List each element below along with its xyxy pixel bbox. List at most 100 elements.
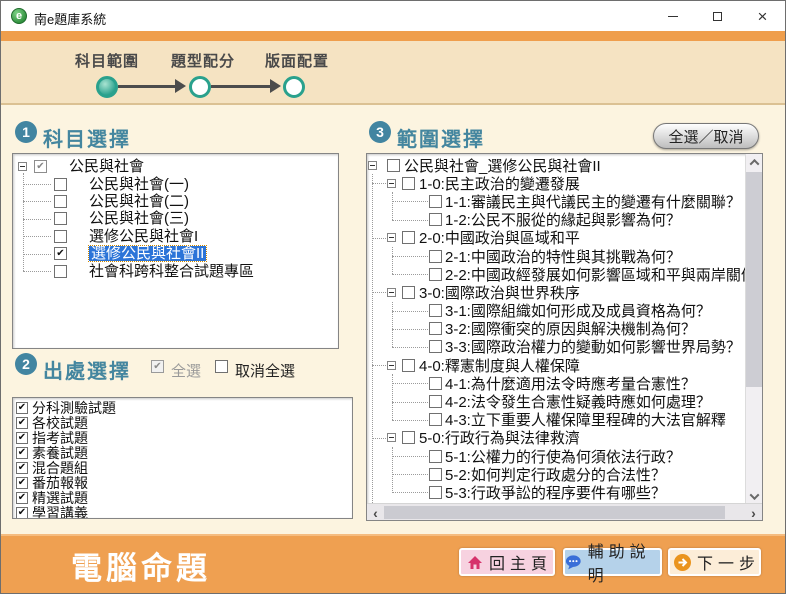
home-button[interactable]: 回主頁 bbox=[459, 548, 555, 576]
step-connector-2 bbox=[211, 85, 270, 88]
minimize-button[interactable] bbox=[650, 1, 695, 31]
checkbox-checked[interactable] bbox=[16, 402, 28, 414]
home-icon bbox=[467, 555, 483, 570]
subject-tree-panel: 公民與社會 公民與社會(一) 公民與社會(二) 公民與社會(三) 選修公民與社會… bbox=[12, 153, 339, 349]
scope-topic-item[interactable]: 3-2:國際衝突的原因與解決機制為何？ bbox=[367, 320, 746, 338]
checkbox-checked[interactable] bbox=[16, 507, 28, 519]
scroll-right-button[interactable]: › bbox=[745, 504, 762, 521]
checkbox[interactable] bbox=[402, 177, 415, 190]
checkbox[interactable] bbox=[54, 212, 67, 225]
checkbox[interactable] bbox=[402, 231, 415, 244]
help-button[interactable]: 輔助說明 bbox=[563, 548, 662, 576]
subject-tree-item[interactable]: 選修公民與社會I bbox=[13, 228, 338, 245]
deselect-all-checkbox[interactable] bbox=[215, 360, 228, 373]
collapse-icon[interactable] bbox=[368, 161, 377, 170]
subject-tree-item[interactable]: 公民與社會(一) bbox=[13, 175, 338, 192]
scope-root-item[interactable]: 公民與社會_選修公民與社會II bbox=[367, 156, 746, 174]
scope-topic-item[interactable]: 4-3:立下重要人權保障里程碑的大法官解釋 bbox=[367, 411, 746, 429]
source-list-panel: 分科測驗試題 各校試題 指考試題 素養試題 混合題組 番茄報報 精選試題 學習講… bbox=[12, 397, 353, 519]
checkbox-checked[interactable] bbox=[16, 477, 28, 489]
scope-chapter-item[interactable]: 3-0:國際政治與世界秩序 bbox=[367, 283, 746, 301]
scroll-up-button[interactable] bbox=[746, 154, 762, 171]
scope-topic-item[interactable]: 5-3:行政爭訟的程序要件有哪些？ bbox=[367, 483, 746, 501]
checkbox[interactable] bbox=[429, 213, 442, 226]
scope-topic-item[interactable]: 1-1:審議民主與代議民主的變遷有什麼關聯？ bbox=[367, 192, 746, 210]
horizontal-scrollbar[interactable]: ‹ › bbox=[367, 503, 762, 520]
checkbox[interactable] bbox=[429, 340, 442, 353]
scope-chapter-item[interactable]: 2-0:中國政治與區域和平 bbox=[367, 229, 746, 247]
collapse-icon[interactable] bbox=[387, 361, 396, 370]
scope-topic-item[interactable]: 4-1:為什麼適用法令時應考量合憲性？ bbox=[367, 374, 746, 392]
horizontal-scrollbar-thumb[interactable] bbox=[384, 506, 725, 519]
checkbox[interactable] bbox=[429, 377, 442, 390]
scope-chapter-item[interactable]: 1-0:民主政治的變遷發展 bbox=[367, 174, 746, 192]
close-icon: × bbox=[758, 8, 768, 25]
checkbox[interactable] bbox=[429, 250, 442, 263]
section-1-badge: 1 bbox=[15, 121, 37, 143]
scope-topic-item[interactable]: 5-2:如何判定行政處分的合法性？ bbox=[367, 465, 746, 483]
scope-topic-item[interactable]: 3-3:國際政治權力的變動如何影響世界局勢？ bbox=[367, 338, 746, 356]
source-item[interactable]: 學習講義 bbox=[13, 505, 352, 519]
checkbox-checked[interactable] bbox=[16, 447, 28, 459]
scope-topic-item[interactable]: 2-2:中國政經發展如何影響區域和平與兩岸關係？ bbox=[367, 265, 746, 283]
checkbox[interactable] bbox=[429, 450, 442, 463]
checkbox[interactable] bbox=[429, 304, 442, 317]
checkbox[interactable] bbox=[429, 268, 442, 281]
scope-topic-item[interactable]: 2-1:中國政治的特性與其挑戰為何？ bbox=[367, 247, 746, 265]
checkbox[interactable] bbox=[429, 195, 442, 208]
section-2-badge: 2 bbox=[15, 353, 37, 375]
subject-tree-item-selected[interactable]: 選修公民與社會II bbox=[13, 245, 338, 262]
app-window: e 南e題庫系統 × 科目範圍 題型配分 版面配置 1 科目選擇 公民與社會 bbox=[0, 0, 786, 594]
checkbox[interactable] bbox=[429, 486, 442, 499]
checkbox[interactable] bbox=[54, 230, 67, 243]
checkbox-partial[interactable] bbox=[34, 160, 47, 173]
next-button[interactable]: 下一步 bbox=[668, 548, 761, 576]
collapse-icon[interactable] bbox=[387, 179, 396, 188]
close-button[interactable]: × bbox=[740, 1, 785, 31]
scope-topic-item[interactable]: 4-2:法令發生合憲性疑義時應如何處理？ bbox=[367, 392, 746, 410]
checkbox[interactable] bbox=[387, 159, 400, 172]
scope-chapter-item[interactable]: 4-0:釋憲制度與人權保障 bbox=[367, 356, 746, 374]
vertical-scrollbar-thumb[interactable] bbox=[746, 172, 762, 387]
select-all-checkbox[interactable] bbox=[151, 360, 164, 373]
checkbox[interactable] bbox=[429, 413, 442, 426]
checkbox-checked[interactable] bbox=[16, 462, 28, 474]
checkbox[interactable] bbox=[402, 286, 415, 299]
subject-tree-item[interactable]: 公民與社會(二) bbox=[13, 193, 338, 210]
collapse-icon[interactable] bbox=[387, 233, 396, 242]
vertical-scrollbar[interactable] bbox=[745, 154, 762, 505]
collapse-icon[interactable] bbox=[387, 433, 396, 442]
subject-item-label: 公民與社會(二) bbox=[89, 194, 189, 209]
checkbox[interactable] bbox=[429, 322, 442, 335]
checkbox[interactable] bbox=[54, 178, 67, 191]
checkbox-checked[interactable] bbox=[54, 247, 67, 260]
scope-topic-item[interactable]: 5-1:公權力的行使為何須依法行政？ bbox=[367, 447, 746, 465]
subject-tree-root[interactable]: 公民與社會 bbox=[13, 158, 338, 175]
checkbox[interactable] bbox=[54, 265, 67, 278]
scope-chapter-item[interactable]: 5-0:行政行為與法律救濟 bbox=[367, 429, 746, 447]
scroll-left-button[interactable]: ‹ bbox=[367, 504, 384, 521]
checkbox[interactable] bbox=[402, 431, 415, 444]
scope-topic-item[interactable]: 1-2:公民不服從的緣起與影響為何？ bbox=[367, 211, 746, 229]
toggle-select-all-button[interactable]: 全選／取消 bbox=[653, 123, 759, 149]
deselect-all-label: 取消全選 bbox=[235, 360, 295, 381]
subject-tree-item[interactable]: 公民與社會(三) bbox=[13, 210, 338, 227]
step-arrowhead-1 bbox=[175, 79, 186, 93]
checkbox[interactable] bbox=[429, 395, 442, 408]
checkbox-checked[interactable] bbox=[16, 492, 28, 504]
subject-item-label: 公民與社會(三) bbox=[89, 211, 189, 226]
collapse-icon[interactable] bbox=[387, 288, 396, 297]
collapse-icon[interactable] bbox=[18, 162, 27, 171]
checkbox-checked[interactable] bbox=[16, 417, 28, 429]
section-2-title: 出處選擇 bbox=[43, 355, 131, 384]
subject-item-label: 選修公民與社會I bbox=[89, 229, 198, 244]
maximize-icon bbox=[713, 12, 722, 21]
scope-topic-item[interactable]: 3-1:國際組織如何形成及成員資格為何？ bbox=[367, 302, 746, 320]
checkbox-checked[interactable] bbox=[16, 432, 28, 444]
maximize-button[interactable] bbox=[695, 1, 740, 31]
source-item-label: 學習講義 bbox=[32, 503, 88, 520]
checkbox[interactable] bbox=[402, 359, 415, 372]
checkbox[interactable] bbox=[429, 468, 442, 481]
subject-tree-item[interactable]: 社會科跨科整合試題專區 bbox=[13, 262, 338, 279]
checkbox[interactable] bbox=[54, 195, 67, 208]
